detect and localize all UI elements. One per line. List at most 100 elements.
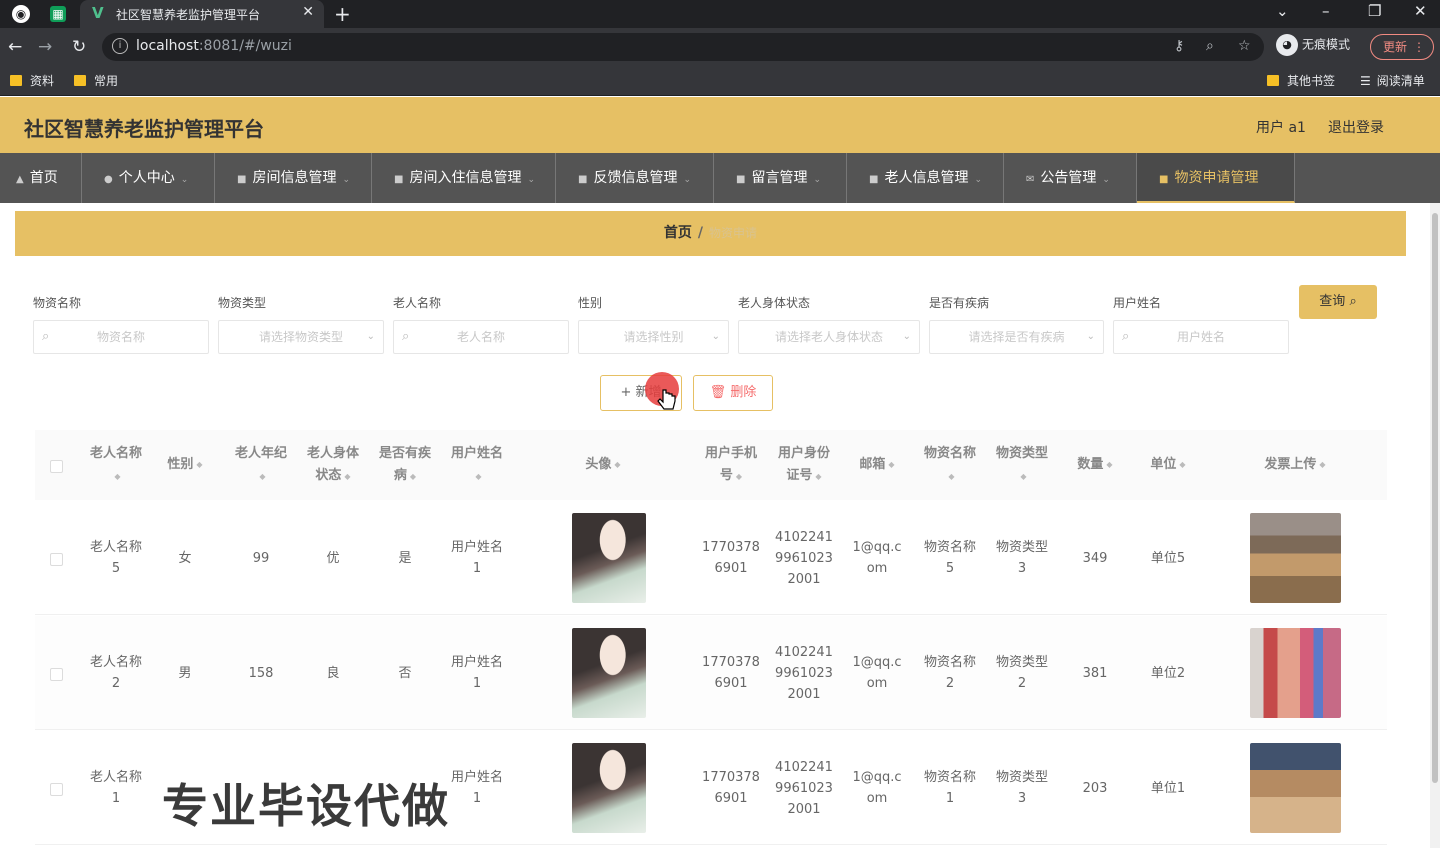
tab-close-icon[interactable]: ✕ [302, 4, 314, 20]
new-tab-icon[interactable]: + [334, 2, 351, 26]
disease-select[interactable]: 请选择是否有疾病 ⌄ [929, 320, 1104, 354]
sort-icon: ◆ [344, 471, 351, 481]
select-all-checkbox[interactable] [50, 460, 63, 473]
user-icon: ● [104, 174, 113, 185]
cell-quantity: 381 [1082, 665, 1108, 681]
column-header[interactable]: 老人年纪 ◆ [225, 430, 297, 500]
supply-icon: ■ [1159, 174, 1169, 185]
column-header[interactable]: 物资名称 ◆ [914, 430, 986, 500]
cell-goods-name: 物资名称 1 [923, 770, 976, 806]
column-header[interactable]: 发票上传 ◆ [1205, 430, 1385, 500]
site-info-icon[interactable]: i [112, 38, 128, 54]
cell-email: 1@qq.c om [852, 655, 902, 691]
forward-icon[interactable]: → [38, 37, 52, 57]
reload-icon[interactable]: ↻ [72, 37, 86, 57]
table-row[interactable]: 老人名称 5 女 99 优 是 用户姓名 1 1770378 6901 4102241… [35, 501, 1387, 615]
gender-select[interactable]: 请选择性别 ⌄ [578, 320, 729, 354]
zoom-icon[interactable]: ⌕ [1206, 38, 1214, 54]
goods-type-select[interactable]: 请选择物资类型 ⌄ [218, 320, 384, 354]
column-header[interactable]: 老人身体 状态 ◆ [297, 430, 369, 500]
page-scrollbar[interactable] [1430, 203, 1440, 848]
goods-name-input[interactable]: ⌕ 物资名称 [33, 320, 209, 354]
menu-item-home[interactable]: ▲ 首页 [0, 153, 82, 203]
plus-icon: + [620, 385, 632, 400]
window-close-icon[interactable]: ✕ [1414, 2, 1427, 20]
invoice-image[interactable] [1249, 743, 1341, 833]
avatar-image[interactable] [572, 628, 646, 718]
sheets-icon[interactable]: ▦ [50, 6, 66, 22]
cell-disease: 否 [398, 665, 412, 681]
back-icon[interactable]: ← [8, 37, 22, 57]
field-label: 用户姓名 [1113, 296, 1162, 310]
avatar-image[interactable] [572, 743, 646, 833]
url-field[interactable]: i localhost:8081/#/wuzi ⚷ ⌕ ☆ [102, 33, 1264, 61]
sort-icon: ◆ [114, 471, 121, 481]
invoice-image[interactable] [1249, 513, 1341, 603]
menu-item-personal[interactable]: ● 个人中心 ⌄ [82, 153, 215, 203]
field-label: 老人名称 [393, 296, 442, 310]
cell-phone: 1770378 6901 [702, 770, 760, 806]
top-nav-menu: ▲ 首页 ● 个人中心 ⌄ ■ 房间信息管理 ⌄ ■ 房间入住信息管理 ⌄ ■ 反馈信息管理 ⌄ … [0, 153, 1440, 203]
row-checkbox[interactable] [50, 783, 63, 796]
elder-name-input[interactable]: ⌕ 老人名称 [393, 320, 569, 354]
column-header[interactable]: 用户身份 证号 ◆ [768, 430, 840, 500]
menu-item-notice[interactable]: ✉ 公告管理 ⌄ [1004, 153, 1137, 203]
checkin-icon: ■ [394, 174, 404, 185]
row-checkbox[interactable] [50, 668, 63, 681]
column-header[interactable]: 数量 ◆ [1059, 430, 1131, 500]
body-status-select[interactable]: 请选择老人身体状态 ⌄ [738, 320, 920, 354]
query-button[interactable]: 查询 ⌕ [1299, 285, 1377, 319]
app-header: 社区智慧养老监护管理平台 用户 a1 退出登录 [0, 97, 1440, 153]
tab-search-icon[interactable]: ⌄ [1276, 2, 1289, 20]
avatar-image[interactable] [572, 513, 646, 603]
trash-icon: 🗑 [709, 385, 727, 400]
column-header[interactable]: 物资类型 ◆ [986, 430, 1058, 500]
menu-item-supply[interactable]: ■ 物资申请管理 [1137, 153, 1295, 203]
other-bookmarks[interactable]: 其他书签 [1267, 72, 1335, 89]
delete-button[interactable]: 🗑 删除 [693, 375, 773, 411]
invoice-image[interactable] [1249, 628, 1341, 718]
cell-gender: 女 [178, 550, 192, 566]
key-icon[interactable]: ⚷ [1174, 38, 1184, 54]
column-header[interactable]: 是否有疾病 ◆ [369, 430, 441, 500]
bookmark-star-icon[interactable]: ☆ [1238, 38, 1251, 54]
browser-tab[interactable]: V 社区智慧养老监护管理平台 ✕ [80, 0, 324, 28]
reading-list-icon: ☰ [1360, 74, 1371, 88]
table-row[interactable]: 老人名称 2 男 158 良 否 用户姓名 1 1770378 6901 410224… [35, 616, 1387, 730]
browser-menu-icon[interactable]: ◉ [12, 5, 30, 23]
column-header[interactable]: 性别 ◆ [153, 430, 217, 500]
breadcrumb-home[interactable]: 首页 [664, 225, 692, 241]
column-header[interactable]: 邮箱 ◆ [841, 430, 913, 500]
cell-user-name: 用户姓名 1 [450, 655, 503, 691]
row-checkbox[interactable] [50, 553, 63, 566]
menu-item-feedback[interactable]: ■ 反馈信息管理 ⌄ [556, 153, 714, 203]
cell-avatar [513, 501, 705, 615]
menu-item-elder[interactable]: ■ 老人信息管理 ⌄ [847, 153, 1004, 203]
chevron-down-icon: ⌄ [342, 175, 350, 185]
restore-icon[interactable]: ❐ [1368, 2, 1381, 20]
chevron-down-icon: ⌄ [902, 331, 911, 342]
logout-link[interactable]: 退出登录 [1328, 117, 1384, 137]
minimize-icon[interactable]: – [1322, 2, 1330, 20]
column-header[interactable]: 单位 ◆ [1132, 430, 1204, 500]
bookmark-folder-1[interactable]: 资料 [10, 72, 54, 89]
cell-invoice [1205, 731, 1385, 845]
bookmark-folder-2[interactable]: 常用 [74, 72, 118, 89]
url-text: localhost:8081/#/wuzi [136, 38, 292, 54]
column-header[interactable]: 用户姓名 ◆ [441, 430, 513, 500]
column-header[interactable]: 老人名称 ◆ [80, 430, 152, 500]
sort-icon: ◆ [948, 471, 955, 481]
column-header[interactable]: 头像 ◆ [513, 430, 693, 500]
user-name-input[interactable]: ⌕ 用户姓名 [1113, 320, 1289, 354]
cell-goods-type: 物资类型 2 [995, 655, 1048, 691]
menu-item-room[interactable]: ■ 房间信息管理 ⌄ [215, 153, 372, 203]
reading-list[interactable]: ☰ 阅读清单 [1360, 72, 1425, 89]
cell-unit: 单位2 [1150, 665, 1186, 681]
column-header[interactable]: 用户手机号 ◆ [695, 430, 767, 500]
incognito-indicator[interactable]: ◕ 无痕模式 [1276, 34, 1350, 56]
update-button[interactable]: 更新 ⋮ [1370, 34, 1434, 60]
scrollbar-thumb[interactable] [1432, 213, 1438, 783]
menu-item-message[interactable]: ■ 留言管理 ⌄ [714, 153, 847, 203]
cell-phone: 1770378 6901 [702, 655, 760, 691]
menu-item-checkin[interactable]: ■ 房间入住信息管理 ⌄ [372, 153, 556, 203]
